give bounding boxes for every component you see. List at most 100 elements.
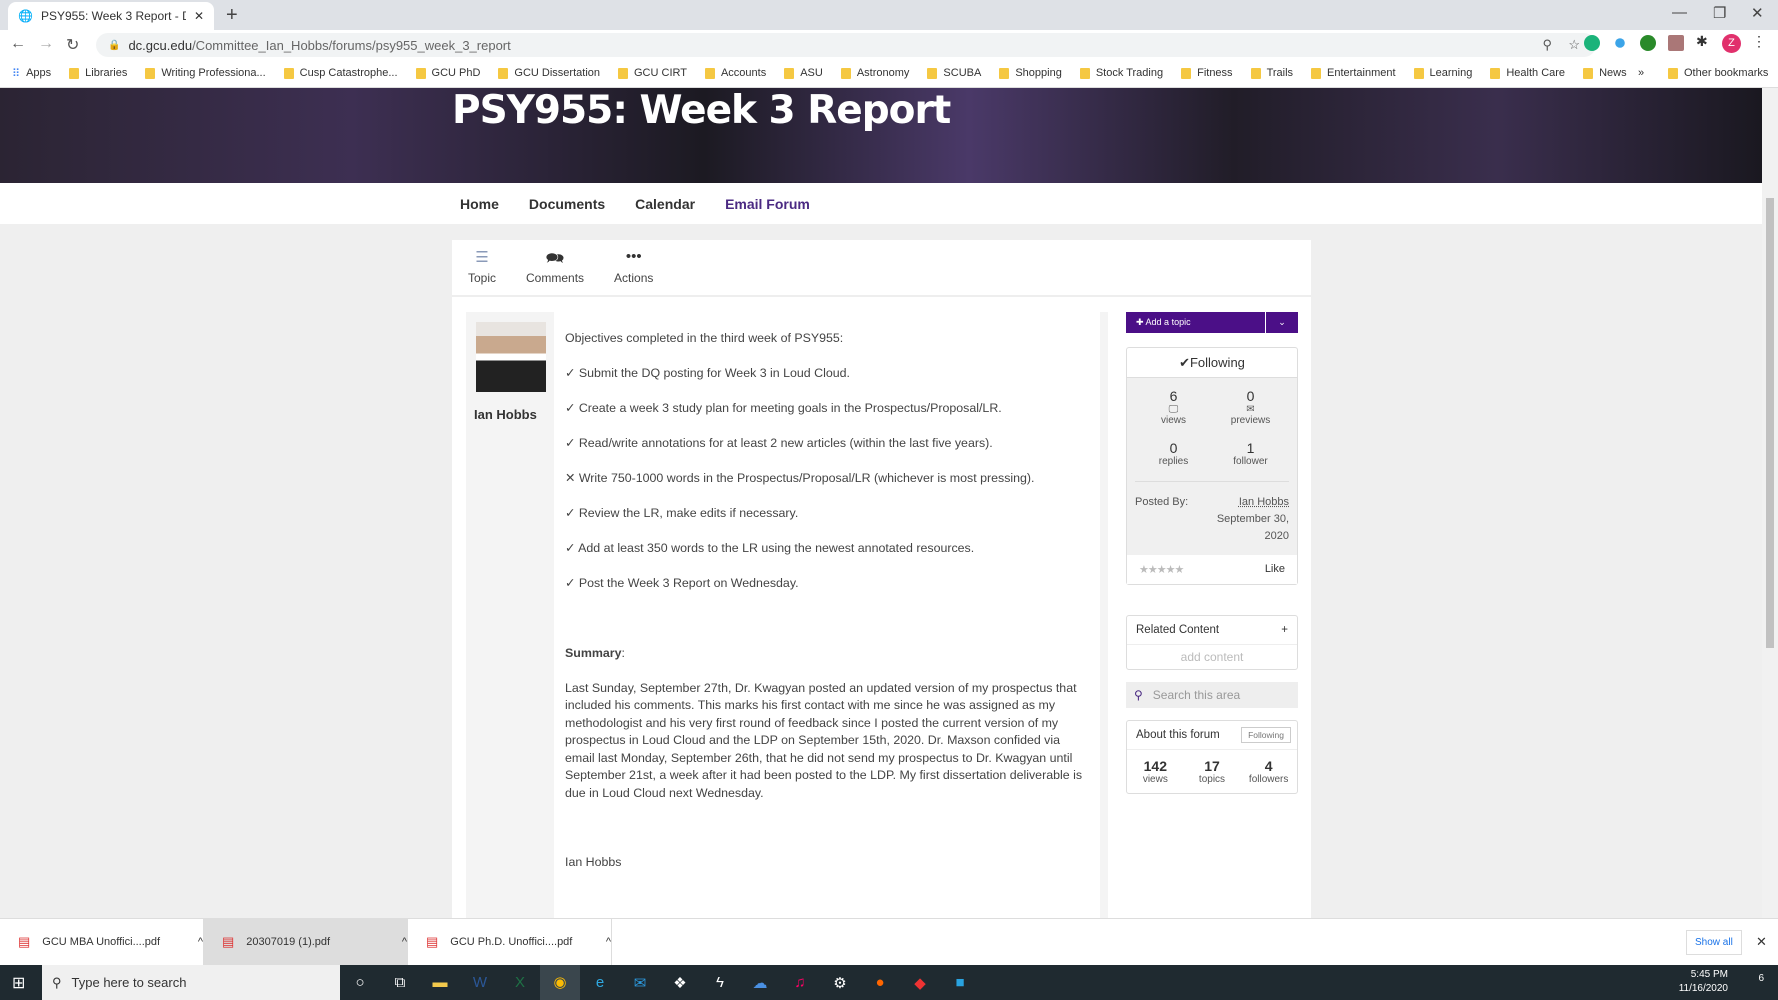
close-tab-icon[interactable]: ✕ [194,9,204,23]
system-clock[interactable]: 5:45 PM 11/16/2020 [1679,968,1728,996]
back-icon[interactable]: ← [10,35,26,53]
zoom-icon[interactable]: ⚲ [1542,37,1552,53]
author-name[interactable]: Ian Hobbs [474,407,537,422]
bookmark-folder[interactable]: SCUBA [927,67,981,79]
profile-avatar[interactable]: Z [1722,34,1741,53]
chevron-down-icon[interactable]: ⌄ [1265,312,1298,333]
bookmark-folder[interactable]: Learning [1413,67,1472,79]
like-button[interactable]: Like [1265,563,1285,576]
topic-toolbar: ☰ Topic 🗪 Comments ••• Actions [452,240,1311,297]
stat-views: 6 🖵 views [1135,388,1212,426]
itunes-icon[interactable]: ♫ [780,974,820,991]
task-view-icon[interactable]: ⧉ [380,974,420,991]
windows-start-icon[interactable]: ⊞ [12,973,25,993]
steam-icon[interactable]: ⚙ [820,974,860,992]
following-button[interactable]: ✔Following [1127,348,1297,378]
bookmark-folder[interactable]: ASU [784,67,823,79]
minimize-button[interactable]: — [1672,4,1687,21]
folder-icon [415,67,426,79]
close-window-button[interactable]: ✕ [1751,4,1764,22]
nav-documents[interactable]: Documents [529,196,605,212]
grammarly-extension-icon[interactable] [1584,35,1600,51]
show-all-button[interactable]: Show all [1686,929,1742,955]
app-orange-icon[interactable]: ● [860,974,900,991]
chevron-up-icon[interactable]: ^ [198,936,203,948]
bookmark-apps[interactable]: ⠿ Apps [12,67,51,80]
bookmark-folder[interactable]: News [1583,67,1627,79]
check-extension-icon[interactable] [1640,35,1656,51]
nav-email-forum[interactable]: Email Forum [725,196,810,212]
bookmark-folder[interactable]: Trails [1250,67,1293,79]
author-avatar[interactable] [476,322,546,392]
other-bookmarks[interactable]: Other bookmarks [1668,67,1768,79]
bookmark-folder[interactable]: GCU PhD [415,67,480,79]
bookmark-folder[interactable]: Stock Trading [1079,67,1163,79]
bookmark-folder[interactable]: Libraries [69,67,127,79]
scrollbar-thumb[interactable] [1766,198,1774,648]
chevron-up-icon[interactable]: ^ [606,936,611,948]
new-tab-button[interactable]: + [226,4,238,27]
browser-tab[interactable]: 🌐 PSY955: Week 3 Report - DC3v3 ✕ [8,2,214,30]
pdf-extension-icon[interactable] [1668,35,1684,51]
app-icon[interactable]: ϟ [700,974,740,991]
star-rating[interactable]: ★★★★★ [1139,563,1184,576]
bookmark-star-icon[interactable]: ☆ [1568,37,1580,53]
forward-icon[interactable]: → [38,35,54,53]
add-topic-button[interactable]: ✚ Add a topic ⌄ [1126,312,1298,333]
bookmark-folder[interactable]: Cusp Catastrophe... [283,67,398,79]
add-content-link[interactable]: add content [1127,645,1297,669]
chevron-up-icon[interactable]: ^ [402,936,407,948]
mail-icon[interactable]: ✉ [620,974,660,992]
url-input[interactable]: 🔒 dc.gcu.edu/Committee_Ian_Hobbs/forums/… [96,33,1596,57]
file-explorer-icon[interactable]: ▬ [420,974,460,991]
add-related-plus-icon[interactable]: + [1281,624,1288,636]
close-downloads-icon[interactable]: ✕ [1756,934,1767,950]
dropbox-icon[interactable]: ❖ [660,974,700,992]
cloud-extension-icon[interactable] [1615,38,1625,48]
nav-calendar[interactable]: Calendar [635,196,695,212]
restore-button[interactable]: ❐ [1713,4,1726,22]
chrome-icon[interactable]: ◉ [540,965,580,1000]
forum-stat: 142 views [1127,758,1184,785]
bookmark-folder[interactable]: Writing Professiona... [145,67,266,79]
bookmark-folder[interactable]: GCU CIRT [618,67,687,79]
cloud-app-icon[interactable]: ☁ [740,974,780,992]
notifications-badge[interactable]: 6 [1758,973,1764,984]
bookmark-folder[interactable]: Entertainment [1311,67,1396,79]
forum-following-button[interactable]: Following [1241,727,1291,743]
word-icon[interactable]: W [460,974,500,991]
folder-icon [1413,67,1424,79]
edge-icon[interactable]: e [580,974,620,991]
page-scrollbar[interactable] [1762,88,1778,918]
puzzle-extensions-icon[interactable]: ✱ [1696,33,1712,49]
reload-icon[interactable]: ↻ [66,35,79,55]
about-title: About this forum [1136,729,1220,741]
rating-row: ★★★★★ Like [1127,555,1297,584]
clock-date: 11/16/2020 [1678,983,1728,994]
posted-by-link[interactable]: Ian Hobbs [1212,494,1289,511]
bookmark-folder[interactable]: Accounts [704,67,766,79]
bookmark-folder[interactable]: GCU Dissertation [498,67,600,79]
bookmark-folder[interactable]: Shopping [999,67,1062,79]
tool-actions[interactable]: ••• Actions [614,248,653,295]
app-red-icon[interactable]: ◆ [900,974,940,992]
taskbar-search[interactable]: ⚲ Type here to search [42,965,340,1000]
summary-text: Last Sunday, September 27th, Dr. Kwagyan… [565,680,1083,800]
app-blue-icon[interactable]: ■ [940,974,980,991]
bookmark-label: Astronomy [856,67,910,79]
excel-icon[interactable]: X [500,974,540,991]
tool-comments[interactable]: 🗪 Comments [526,248,584,295]
download-item[interactable]: ▤ 20307019 (1).pdf ^ [204,918,408,966]
bookmark-folder[interactable]: Fitness [1181,67,1233,79]
nav-home[interactable]: Home [460,196,499,212]
search-area-input[interactable]: ⚲ Search this area [1126,682,1298,708]
menu-kebab-icon[interactable]: ⋮ [1752,33,1768,49]
tool-topic[interactable]: ☰ Topic [468,248,496,295]
folder-icon [1311,67,1322,79]
more-bookmarks-button[interactable]: » [1638,67,1644,79]
bookmark-folder[interactable]: Health Care [1490,67,1565,79]
download-item[interactable]: ▤ GCU Ph.D. Unoffici....pdf ^ [408,918,612,966]
bookmark-folder[interactable]: Astronomy [840,67,910,79]
download-item[interactable]: ▤ GCU MBA Unoffici....pdf ^ [0,918,204,966]
cortana-icon[interactable]: ○ [340,974,380,991]
